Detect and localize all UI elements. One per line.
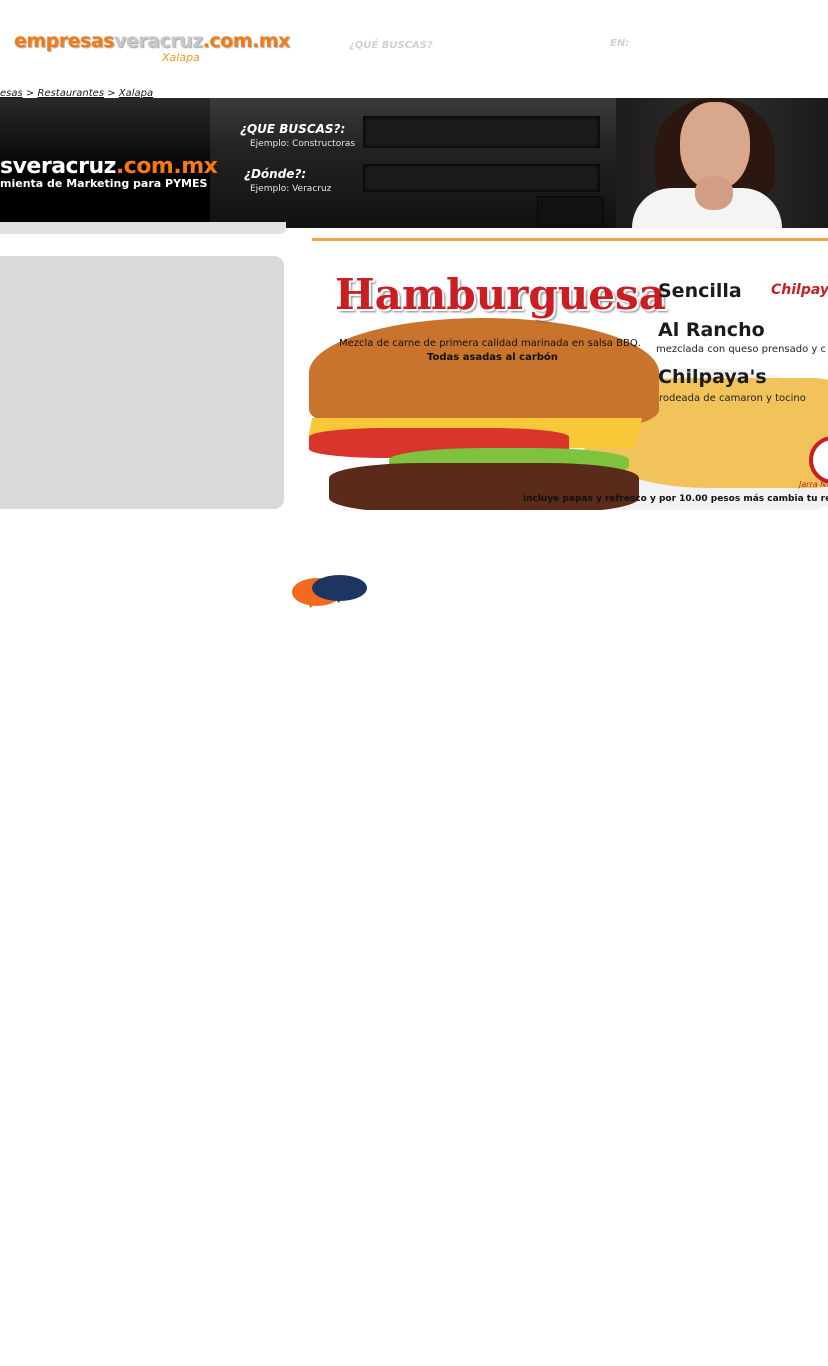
orange-divider (312, 238, 828, 241)
woman-hand (695, 176, 733, 210)
city-label: Xalapa (162, 51, 200, 64)
where-label: ¿Dónde?: (244, 167, 307, 181)
logo-domain: .com.mx (202, 30, 291, 52)
promo-title: Hamburguesa (335, 270, 666, 319)
search-banner: sveracruz.com.mx mienta de Marketing par… (0, 98, 828, 228)
where-example: Ejemplo: Veracruz (250, 184, 332, 194)
option-chilpayas-detail: rodeada de camaron y tocino (659, 393, 806, 404)
option-chilpayas: Chilpaya's (658, 366, 767, 388)
hamburger-promo[interactable]: Hamburguesa Mezcla de carne de primera c… (309, 258, 828, 510)
location-label: EN: (610, 38, 630, 49)
banner-logo: sveracruz.com.mx (0, 154, 218, 179)
promo-subdescription: Todas asadas al carbón (427, 352, 558, 363)
promo-brand: Chilpay (771, 282, 828, 298)
option-sencilla: Sencilla (658, 280, 742, 302)
what-example: Ejemplo: Constructoras (250, 139, 356, 149)
search-button[interactable] (537, 196, 604, 226)
banner-logo-domain: .com.mx (115, 154, 218, 179)
chat-bubble-blue-tail (330, 593, 343, 603)
option-al-rancho-detail: mezclada con queso prensado y c (656, 344, 826, 355)
logo-veracruz: veracruz (113, 30, 203, 52)
promo-description: Mezcla de carne de primera calidad marin… (339, 338, 641, 349)
what-label: ¿QUE BUSCAS?: (240, 122, 346, 136)
where-search-input[interactable] (363, 164, 600, 192)
promo-footer: incluye papas y refresco y por 10.00 pes… (523, 494, 828, 504)
sidebar-panel (0, 256, 284, 509)
banner-logo-main: sveracruz (0, 154, 116, 179)
search-label: ¿QUÉ BUSCAS? (349, 40, 433, 51)
sidebar-top-box (0, 222, 286, 234)
option-al-rancho: Al Rancho (658, 319, 765, 341)
banner-tagline: mienta de Marketing para PYMES (0, 177, 208, 190)
what-search-input[interactable] (363, 116, 600, 148)
site-logo[interactable]: empresasveracruz.com.mx (14, 30, 290, 70)
promo-bun (309, 318, 659, 428)
logo-empresas: empresas (14, 30, 114, 52)
promo-badge-text: Jarra Nara (799, 480, 828, 489)
